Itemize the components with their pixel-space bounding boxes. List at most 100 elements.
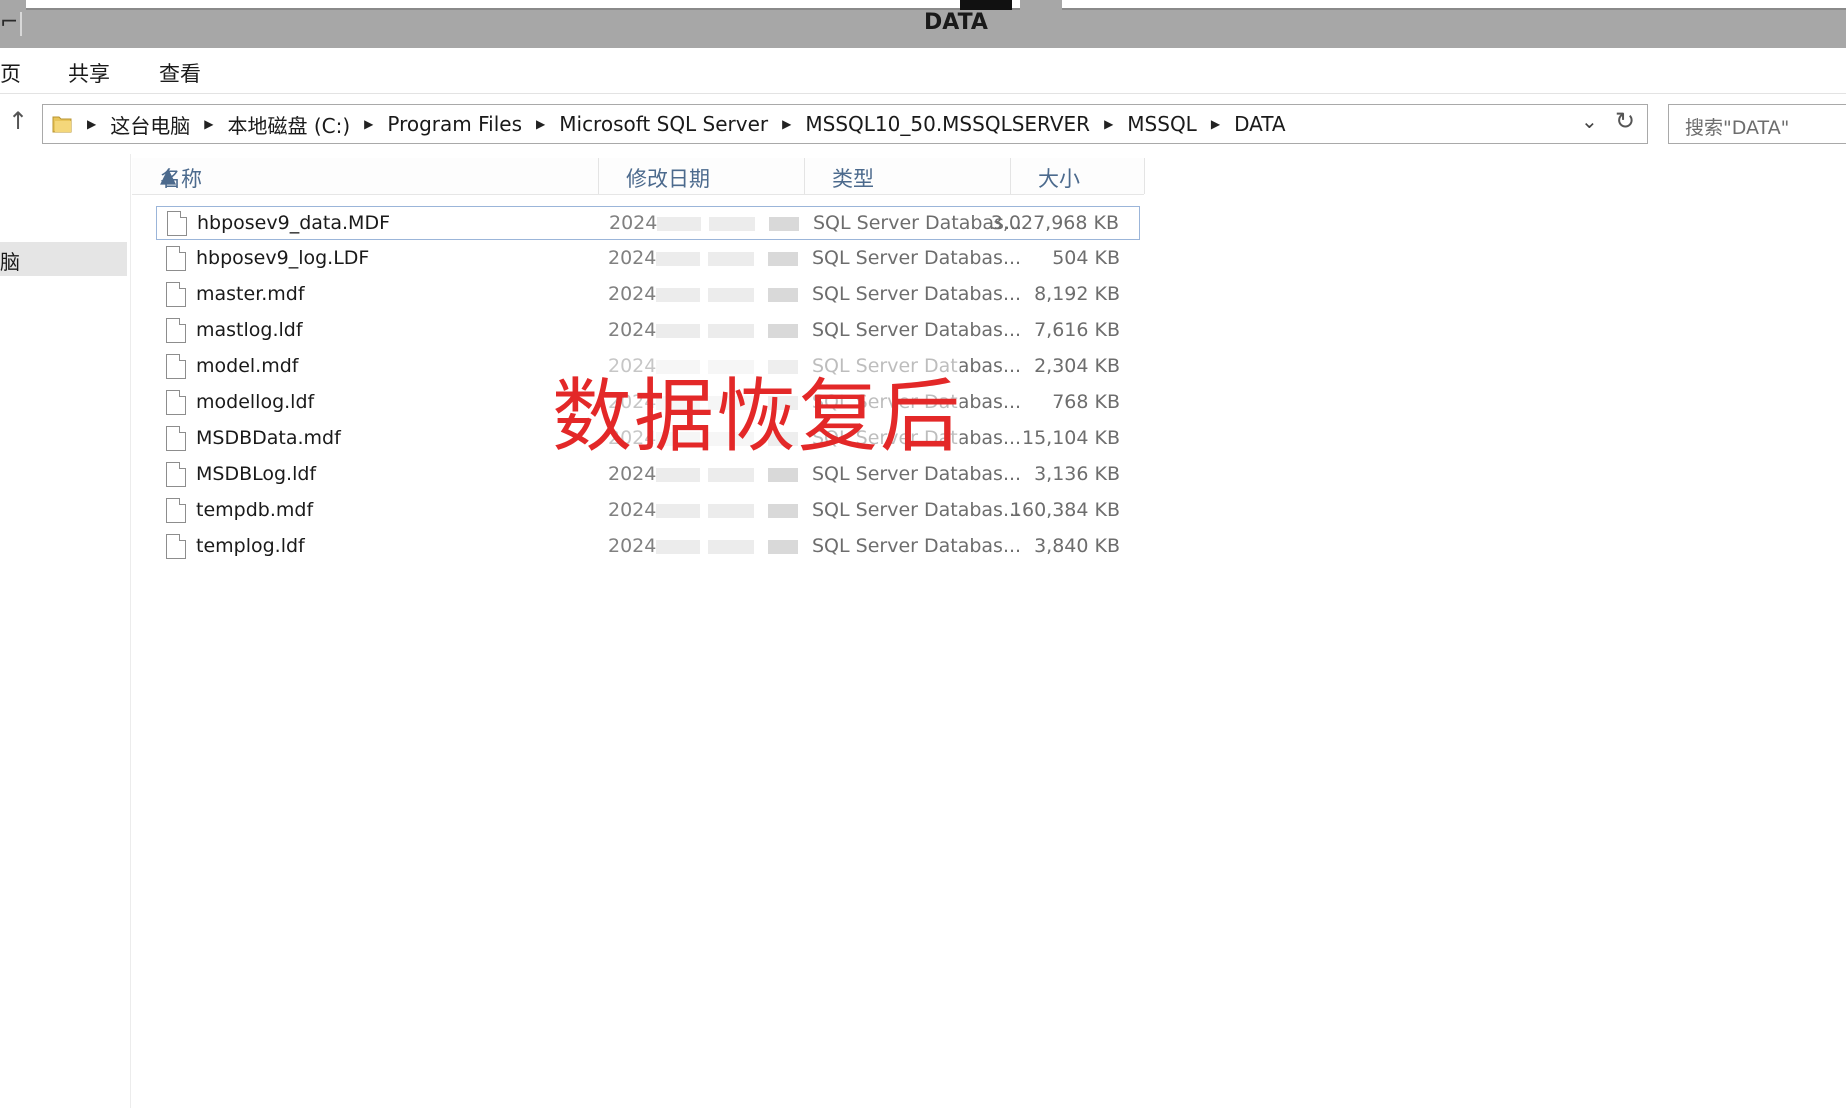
file-type: SQL Server Databas... (812, 283, 1022, 305)
file-icon (166, 246, 186, 271)
redacted-date (656, 504, 700, 518)
file-size: 2,304 KB (1034, 355, 1120, 377)
file-row[interactable]: hbposev9_log.LDF 2024 SQL Server Databas… (156, 242, 1140, 276)
search-input[interactable]: 搜索"DATA" (1668, 104, 1846, 144)
breadcrumb-separator-icon[interactable]: ▶ (1211, 117, 1220, 131)
column-header-name-label: 名称 (160, 167, 202, 191)
redacted-date (708, 504, 754, 518)
redacted-time (768, 468, 798, 482)
redacted-time (769, 217, 799, 231)
file-name: master.mdf (196, 283, 305, 305)
redacted-date (656, 468, 700, 482)
column-header-date-label: 修改日期 (626, 167, 710, 191)
file-size: 160,384 KB (1009, 499, 1120, 521)
column-header-type-label: 类型 (832, 167, 874, 191)
file-size: 504 KB (1052, 247, 1120, 269)
file-row[interactable]: tempdb.mdf 2024 SQL Server Databas... 16… (156, 494, 1140, 528)
redacted-date (657, 217, 701, 231)
overlay-caption: 数据恢复后 (552, 370, 962, 463)
redacted-date (656, 324, 700, 338)
file-type: SQL Server Databas... (812, 319, 1022, 341)
column-header-size-label: 大小 (1038, 167, 1080, 191)
background-window-strip-right (1062, 0, 1846, 10)
redacted-time (768, 504, 798, 518)
column-header-size[interactable]: 大小 (1010, 158, 1145, 194)
background-window-strip (26, 0, 1020, 10)
file-size: 7,616 KB (1034, 319, 1120, 341)
breadcrumb-separator-icon[interactable]: ▶ (204, 117, 213, 131)
search-placeholder: 搜索"DATA" (1685, 117, 1790, 139)
file-row[interactable]: templog.ldf 2024 SQL Server Databas... 3… (156, 530, 1140, 564)
file-name: hbposev9_data.MDF (197, 212, 390, 234)
file-size: 3,136 KB (1034, 463, 1120, 485)
redacted-date (708, 468, 754, 482)
file-name: mastlog.ldf (196, 319, 303, 341)
redacted-date (708, 252, 754, 266)
breadcrumb-separator-icon[interactable]: ▶ (87, 117, 96, 131)
file-date: 2024 (608, 247, 657, 269)
chevron-down-icon[interactable]: ⌄ (1581, 109, 1598, 133)
file-name: modellog.ldf (196, 391, 315, 413)
file-row[interactable]: mastlog.ldf 2024 SQL Server Databas... 7… (156, 314, 1140, 348)
nav-item-this-pc[interactable]: 脑 (0, 242, 127, 276)
redacted-date (656, 540, 700, 554)
file-icon (166, 498, 186, 523)
background-window-dark-block (960, 0, 1012, 10)
breadcrumb-data[interactable]: DATA (1234, 112, 1286, 136)
file-size: 3,027,968 KB (990, 212, 1119, 234)
file-name: MSDBLog.ldf (196, 463, 317, 485)
file-name: MSDBData.mdf (196, 427, 341, 449)
file-date: 2024 (608, 283, 657, 305)
file-icon (166, 462, 186, 487)
breadcrumb-mssql-instance[interactable]: MSSQL10_50.MSSQLSERVER (805, 112, 1090, 136)
breadcrumb-microsoft-sql-server[interactable]: Microsoft SQL Server (559, 112, 768, 136)
redacted-time (768, 324, 798, 338)
file-date: 2024 (608, 535, 657, 557)
title-bar: ⌐ DATA (0, 0, 1846, 48)
ribbon-tabs: 页 共享 查看 (0, 48, 1846, 94)
arrow-up-icon[interactable]: ↑ (8, 107, 28, 135)
breadcrumb-separator-icon[interactable]: ▶ (364, 117, 373, 131)
file-type: SQL Server Databas... (812, 535, 1022, 557)
refresh-icon[interactable]: ↻ (1615, 107, 1635, 135)
file-icon (166, 282, 186, 307)
redacted-time (768, 540, 798, 554)
redacted-date (708, 540, 754, 554)
file-icon (167, 211, 187, 236)
window-title: DATA (924, 10, 988, 35)
breadcrumb-this-pc[interactable]: 这台电脑 (110, 110, 190, 139)
breadcrumb-program-files[interactable]: Program Files (387, 112, 522, 136)
column-header-date[interactable]: 修改日期 (598, 158, 805, 194)
file-row[interactable]: master.mdf 2024 SQL Server Databas... 8,… (156, 278, 1140, 312)
breadcrumb-mssql[interactable]: MSSQL (1127, 112, 1197, 136)
file-date: 2024 (608, 319, 657, 341)
breadcrumb-separator-icon[interactable]: ▶ (782, 117, 791, 131)
file-date: 2024 (609, 212, 658, 234)
breadcrumb: ▶ 这台电脑 ▶ 本地磁盘 (C:) ▶ Program Files ▶ Mic… (87, 110, 1286, 139)
file-row[interactable]: hbposev9_data.MDF 2024 SQL Server Databa… (156, 206, 1140, 240)
file-icon (166, 390, 186, 415)
navigation-pane: 脑 (0, 154, 131, 1108)
breadcrumb-separator-icon[interactable]: ▶ (536, 117, 545, 131)
tab-home[interactable]: 页 (0, 58, 21, 88)
redacted-date (656, 288, 700, 302)
file-name: hbposev9_log.LDF (196, 247, 370, 269)
redacted-date (709, 217, 755, 231)
tab-share[interactable]: 共享 (68, 58, 110, 88)
nav-item-label: 脑 (0, 250, 20, 274)
column-header-name[interactable]: ▲ 名称 (132, 158, 599, 194)
breadcrumb-local-disk[interactable]: 本地磁盘 (C:) (227, 110, 350, 139)
address-bar[interactable]: ▶ 这台电脑 ▶ 本地磁盘 (C:) ▶ Program Files ▶ Mic… (42, 104, 1648, 144)
tab-view[interactable]: 查看 (159, 58, 201, 88)
redacted-time (768, 252, 798, 266)
redacted-date (656, 252, 700, 266)
file-icon (166, 534, 186, 559)
address-row: ↑ ▶ 这台电脑 ▶ 本地磁盘 (C:) ▶ Program Files ▶ M… (0, 94, 1846, 154)
column-header-type[interactable]: 类型 (804, 158, 1011, 194)
file-size: 8,192 KB (1034, 283, 1120, 305)
file-name: model.mdf (196, 355, 299, 377)
file-size: 15,104 KB (1021, 427, 1120, 449)
file-name: templog.ldf (196, 535, 305, 557)
column-header-row: ▲ 名称 修改日期 类型 大小 (132, 158, 1145, 195)
breadcrumb-separator-icon[interactable]: ▶ (1104, 117, 1113, 131)
